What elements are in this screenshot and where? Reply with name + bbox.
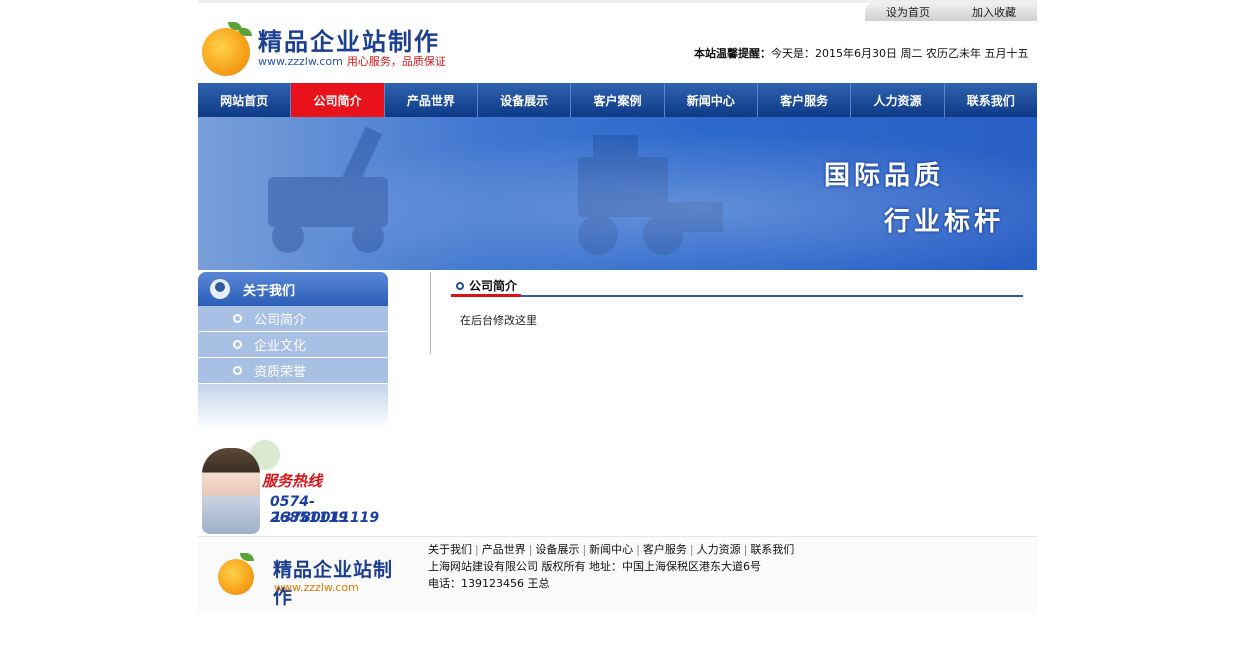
hotline-title: 服务热线 — [262, 472, 323, 490]
sidebar-item-company-intro[interactable]: 公司简介 — [198, 306, 388, 332]
sidebar-fade — [198, 384, 388, 430]
footer-link-about[interactable]: 关于我们 — [428, 543, 472, 556]
circle-bullet-icon — [456, 281, 464, 290]
footer-separator: | — [582, 543, 587, 556]
content-title-underline — [451, 294, 1023, 297]
nav-home[interactable]: 网站首页 — [198, 83, 292, 117]
footer-links: 关于我们 | 产品世界 | 设备展示 | 新闻中心 | 客户服务 | 人力资源 | 联系我们 — [428, 541, 794, 558]
nav-service[interactable]: 客户服务 — [758, 83, 852, 117]
footer-link-news[interactable]: 新闻中心 — [589, 543, 633, 556]
footer-separator: | — [528, 543, 533, 556]
page: 设为首页 加入收藏 精品企业站制作 www.zzzlw.com 用心服务，品质保证… — [198, 0, 1037, 653]
content-title: 公司简介 — [456, 277, 517, 294]
nav-products[interactable]: 产品世界 — [385, 83, 478, 117]
footer-link-contact[interactable]: 联系我们 — [750, 543, 794, 556]
date-label: 本站温馨提醒： — [694, 47, 771, 60]
bookmark-link[interactable]: 加入收藏 — [972, 4, 1016, 20]
date-notice: 本站温馨提醒：今天是：2015年6月30日 周二 农历乙未年 五月十五 — [694, 45, 1028, 61]
footer-logo-url: www.zzzlw.com — [274, 581, 359, 594]
banner: 国际品质 行业标杆 — [198, 117, 1037, 270]
footer-logo[interactable]: 精品企业站制作 www.zzzlw.com — [218, 549, 408, 608]
footer-info: 关于我们 | 产品世界 | 设备展示 | 新闻中心 | 客户服务 | 人力资源 | 联系我们 上海网站建… — [428, 541, 794, 592]
banner-haze — [198, 117, 1037, 270]
footer-phone: 电话：139123456 王总 — [428, 575, 794, 592]
logo-slogan: 用心服务，品质保证 — [346, 55, 446, 68]
footer: 精品企业站制作 www.zzzlw.com 关于我们 | 产品世界 | 设备展示 | 新闻中… — [198, 536, 1037, 613]
sidebar-header: 关于我们 — [198, 272, 388, 306]
nav-news[interactable]: 新闻中心 — [665, 83, 758, 117]
nav-hr[interactable]: 人力资源 — [851, 83, 945, 117]
site-logo[interactable]: 精品企业站制作 www.zzzlw.com 用心服务，品质保证 — [198, 18, 468, 76]
circle-bullet-icon — [233, 340, 242, 349]
service-hotline: 服务热线 0574-26851119 13780011119 — [198, 440, 388, 536]
footer-separator: | — [475, 543, 479, 556]
footer-link-hr[interactable]: 人力资源 — [697, 543, 741, 556]
logo-url-text: www.zzzlw.com — [258, 55, 343, 68]
orange-logo-icon — [218, 559, 254, 595]
top-links: 设为首页 加入收藏 — [865, 2, 1037, 21]
footer-link-products[interactable]: 产品世界 — [482, 543, 526, 556]
sidebar-title: 关于我们 — [243, 283, 296, 299]
content-title-text: 公司简介 — [469, 279, 518, 293]
main-nav: 网站首页 公司简介 产品世界 设备展示 客户案例 新闻中心 客户服务 人力资源 … — [198, 83, 1037, 117]
footer-company: 上海网站建设有限公司 版权所有 地址：中国上海保税区港东大道6号 — [428, 560, 761, 573]
logo-url: www.zzzlw.com 用心服务，品质保证 — [258, 53, 446, 69]
footer-separator: | — [743, 543, 748, 556]
footer-separator: | — [689, 543, 694, 556]
sidebar-item-honors[interactable]: 资质荣誉 — [198, 358, 388, 384]
banner-line-2: 行业标杆 — [884, 207, 1005, 237]
sidebar-item-label: 公司简介 — [254, 313, 307, 328]
content-body: 在后台修改这里 — [460, 314, 537, 327]
nav-contact[interactable]: 联系我们 — [945, 83, 1037, 117]
footer-link-service[interactable]: 客户服务 — [643, 543, 687, 556]
operator-image — [202, 448, 260, 534]
content-title-accent — [451, 294, 521, 297]
sidebar-item-label: 资质荣誉 — [254, 365, 307, 380]
nav-cases[interactable]: 客户案例 — [571, 83, 665, 117]
footer-separator: | — [636, 543, 640, 556]
sidebar: 关于我们 公司简介 企业文化 资质荣誉 — [198, 272, 388, 430]
circle-bullet-icon — [233, 314, 242, 323]
logo-title: 精品企业站制作 — [258, 28, 440, 56]
date-text: 今天是：2015年6月30日 周二 农历乙未年 五月十五 — [771, 47, 1029, 60]
nav-company-intro[interactable]: 公司简介 — [291, 83, 385, 117]
footer-link-equipment[interactable]: 设备展示 — [535, 543, 579, 556]
banner-line-1: 国际品质 — [824, 161, 945, 191]
content-divider — [430, 272, 431, 354]
footer-phone-value: 139123456 王总 — [461, 577, 550, 590]
circle-bullet-icon — [233, 366, 242, 375]
user-avatar-icon — [210, 279, 230, 299]
footer-phone-label: 电话： — [428, 577, 461, 590]
nav-equipment[interactable]: 设备展示 — [478, 83, 572, 117]
sidebar-item-culture[interactable]: 企业文化 — [198, 332, 388, 358]
set-home-link[interactable]: 设为首页 — [886, 4, 930, 20]
sidebar-item-label: 企业文化 — [254, 339, 307, 354]
hotline-phone-2: 13780011119 — [272, 510, 380, 526]
